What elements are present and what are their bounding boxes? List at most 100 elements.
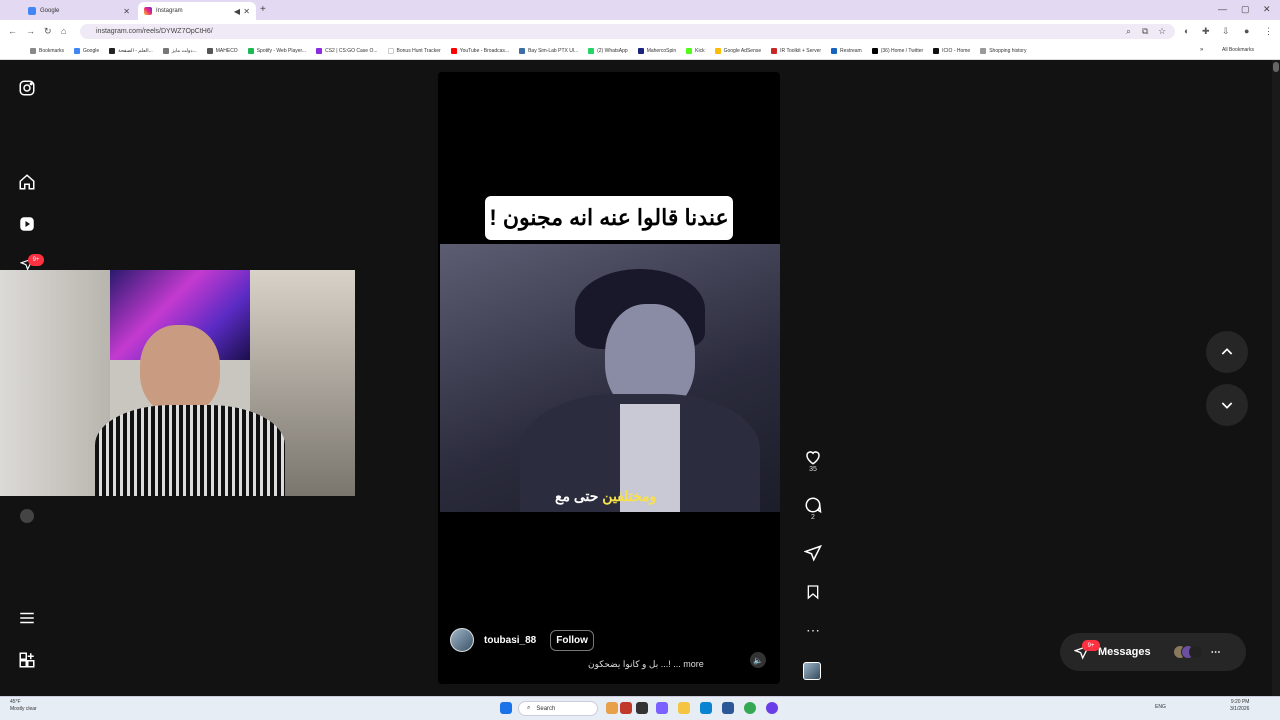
profile-avatar[interactable] (17, 506, 37, 526)
bookmark-item[interactable]: Bay Sim-Lab PTX Ul... (519, 47, 578, 54)
subtitle-highlight: ومختلفين (602, 488, 657, 504)
save-button[interactable] (800, 583, 826, 601)
app-icon[interactable] (620, 702, 632, 714)
puzzle-icon[interactable]: ✚ (1202, 26, 1210, 37)
close-icon[interactable]: ✕ (243, 7, 250, 16)
all-bookmarks[interactable]: All Bookmarks (1222, 47, 1254, 53)
bookmark-item[interactable]: YouTube - Broadcas... (450, 47, 509, 54)
reel-video[interactable] (440, 244, 780, 512)
bookmark-item[interactable]: Spotify - Web Player... (247, 47, 306, 54)
like-count: 35 (809, 466, 817, 473)
new-tab-button[interactable]: + (260, 4, 266, 15)
store-icon[interactable] (722, 702, 734, 714)
share-button[interactable] (800, 544, 826, 562)
forward-icon[interactable]: → (26, 26, 35, 36)
minimize-button[interactable]: — (1218, 4, 1227, 14)
home-icon[interactable]: ⌂ (61, 26, 66, 36)
bookmark-item[interactable]: Shopping history (980, 47, 1026, 54)
reload-icon[interactable]: ↻ (44, 26, 52, 37)
bookmark-icon (807, 585, 819, 600)
bookmark-item[interactable]: IR Toolkit + Server (771, 47, 821, 54)
zoom-icon[interactable]: ⌕ (1126, 26, 1131, 37)
webcam-overlay (0, 270, 355, 496)
weather-temp: 45°F (10, 699, 21, 705)
bookmark-item[interactable]: Bonus Hunt Tracker (387, 47, 441, 54)
volume-icon[interactable]: 🔈 (750, 652, 766, 668)
person-shirt (95, 405, 285, 496)
reel-author-row: toubasi_88 Follow (450, 628, 594, 652)
heart-icon (806, 451, 820, 465)
messages-button[interactable]: Messages ⋯ (1060, 633, 1246, 671)
edge-icon[interactable] (700, 702, 712, 714)
weather-widget[interactable]: 45°F Mostly clear (10, 699, 37, 713)
bookmarks-overflow-icon[interactable]: » (1200, 47, 1203, 53)
more-options-icon[interactable]: ⋯ (800, 622, 826, 639)
bookmark-item[interactable]: CS2 | CS:GO Case O... (316, 47, 378, 54)
avatar (1188, 645, 1203, 659)
clock-time: 9:20 PM (1230, 699, 1250, 705)
notification-badge: 9+ (28, 254, 44, 266)
bookmark-item[interactable]: MAHECO (206, 47, 238, 54)
speaker-icon[interactable]: ◀ (234, 7, 240, 16)
close-window-button[interactable]: ✕ (1263, 4, 1271, 15)
message-avatars (1172, 645, 1203, 659)
close-icon[interactable]: ✕ (123, 7, 130, 16)
instagram-logo-icon[interactable] (17, 78, 37, 98)
system-clock[interactable]: 9:20 PM 3/1/2026 (1230, 699, 1249, 713)
widget-icon[interactable] (606, 702, 618, 714)
taskbar-search[interactable]: ⌕ Search (518, 701, 598, 716)
instagram-icon (144, 7, 152, 15)
language-indicator[interactable]: ENG (1155, 704, 1166, 710)
download-icon[interactable]: ⇩ (1222, 26, 1230, 37)
address-bar[interactable]: instagram.com/reels/DYWZ7OpCtH6/ (80, 24, 1175, 39)
start-icon[interactable] (500, 702, 512, 714)
bookmark-item[interactable]: العلم - الصفحة... (109, 47, 153, 54)
profile-avatar[interactable]: ● (1244, 26, 1249, 36)
bookmark-item[interactable]: (36) Home / Twitter (871, 47, 923, 54)
bookmark-item[interactable]: دولت مايز... (162, 47, 197, 54)
bookmark-star-icon[interactable]: ☆ (1158, 26, 1166, 37)
reel-subtitle: ومختلفين حتى مع (555, 488, 656, 505)
bookmark-item[interactable]: Kick (686, 47, 705, 54)
tab-google[interactable]: Google ✕ (22, 2, 136, 20)
author-username[interactable]: toubasi_88 (484, 635, 536, 646)
scrollbar-thumb[interactable] (1273, 62, 1279, 72)
file-explorer-icon[interactable] (678, 702, 690, 714)
bookmark-item[interactable]: Restream (831, 47, 862, 54)
bookmark-item[interactable]: (2) WhatsApp (588, 47, 628, 54)
bookmark-item[interactable]: ICIO - Home (933, 47, 970, 54)
maximize-button[interactable]: ▢ (1241, 4, 1250, 15)
extension-icon[interactable]: ◐ (1184, 26, 1189, 36)
more-menu-icon[interactable] (17, 608, 37, 628)
google-icon (28, 7, 36, 15)
task-view-icon[interactable] (636, 702, 648, 714)
also-from-meta-icon[interactable] (17, 650, 37, 670)
comment-button[interactable]: 2 (800, 496, 826, 521)
reel-description[interactable]: بل و كانوا يضحكون ...! ... more (588, 659, 704, 670)
author-avatar[interactable] (450, 628, 474, 652)
home-nav-icon[interactable] (17, 172, 37, 192)
clock-date: 3/1/2026 (1230, 706, 1250, 712)
bookmark-item[interactable]: Google AdSense (714, 47, 761, 54)
previous-reel-button[interactable] (1206, 331, 1248, 373)
bookmark-item[interactable]: MahercoSpin (637, 47, 676, 54)
reels-nav-icon[interactable] (17, 214, 37, 234)
bookmark-item[interactable]: Google (74, 47, 99, 54)
chrome-icon[interactable] (744, 702, 756, 714)
comment-count: 2 (811, 514, 815, 521)
menu-dots-icon[interactable]: ⋮ (1264, 26, 1273, 37)
like-button[interactable]: 35 (800, 448, 826, 473)
next-reel-button[interactable] (1206, 384, 1248, 426)
tab-title: Google (40, 8, 60, 14)
tab-instagram[interactable]: Instagram ◀ ✕ (138, 2, 256, 20)
copilot-icon[interactable] (656, 702, 668, 714)
install-icon[interactable]: ⧉ (1142, 26, 1148, 37)
bookmark-item[interactable]: Bookmarks (30, 47, 64, 54)
bookmarks-bar: Bookmarks Google العلم - الصفحة... دولت … (0, 42, 1280, 60)
follow-button[interactable]: Follow (550, 629, 594, 651)
page-scrollbar[interactable] (1272, 60, 1280, 696)
back-icon[interactable]: ← (8, 26, 17, 36)
messenger-icon[interactable] (766, 702, 778, 714)
audio-thumbnail[interactable] (803, 662, 821, 680)
subtitle-text: حتى مع (555, 488, 599, 504)
